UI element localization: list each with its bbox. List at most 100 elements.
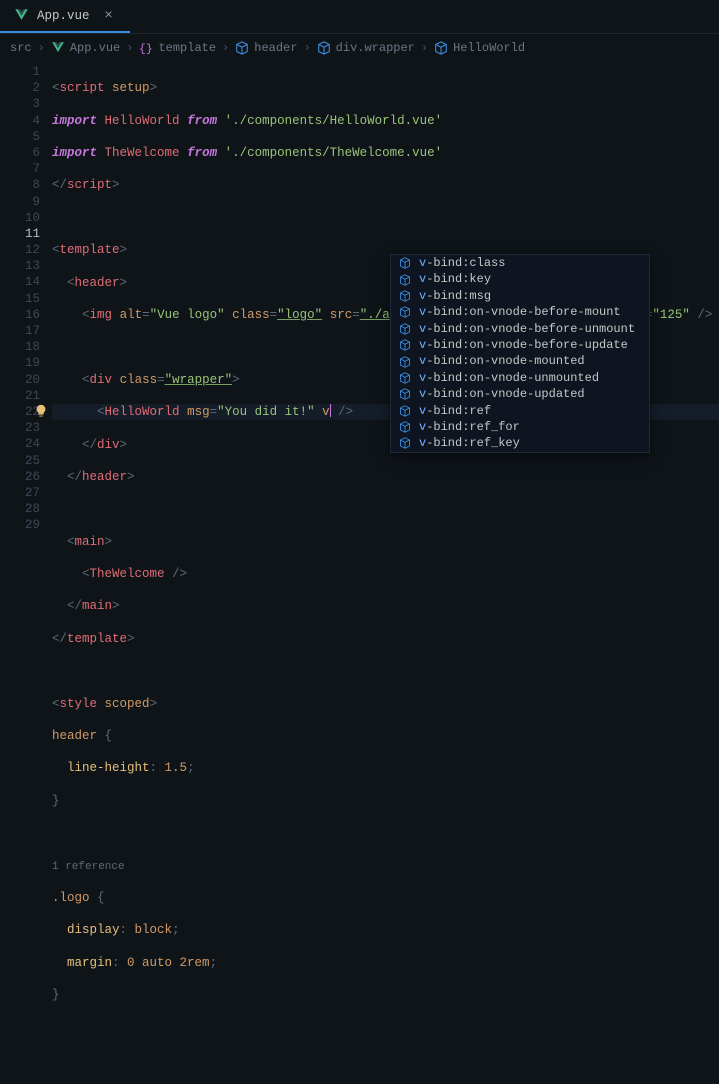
breadcrumb-item[interactable]: header (235, 41, 297, 55)
line-number: 19 (0, 355, 40, 371)
cube-icon (399, 306, 411, 318)
cube-icon (434, 41, 448, 55)
attr-class: class (232, 308, 270, 322)
autocomplete-item[interactable]: v-bind:ref_for (391, 419, 649, 435)
css-prop-margin: margin (67, 956, 112, 970)
autocomplete-item[interactable]: v-bind:on-vnode-updated (391, 386, 649, 402)
tag-img: img (90, 308, 113, 322)
breadcrumb-item[interactable]: {} template (139, 41, 216, 55)
chevron-right-icon: › (38, 41, 45, 55)
tag-style: style (60, 697, 98, 711)
autocomplete-label: v-bind:on-vnode-mounted (419, 353, 585, 369)
line-number: 25 (0, 453, 40, 469)
line-number-gutter: 1234567891011121314151617181920212223242… (0, 62, 52, 590)
vue-icon (14, 8, 29, 23)
cube-icon (399, 323, 411, 335)
autocomplete-item[interactable]: v-bind:on-vnode-before-update (391, 337, 649, 353)
autocomplete-popup[interactable]: v-bind:classv-bind:keyv-bind:msgv-bind:o… (390, 254, 650, 453)
line-number: 23 (0, 420, 40, 436)
val-msg: "You did it!" (217, 405, 315, 419)
line-number: 12 (0, 242, 40, 258)
import-thewelcome: TheWelcome (105, 146, 180, 160)
attr-scoped: scoped (105, 697, 150, 711)
line-number: 2 (0, 80, 40, 96)
tag-script: script (60, 81, 105, 95)
cube-icon (399, 372, 411, 384)
codelens-references[interactable]: 1 reference (52, 861, 125, 873)
autocomplete-item[interactable]: v-bind:ref (391, 403, 649, 419)
cube-icon (399, 421, 411, 433)
line-number: 1 (0, 64, 40, 80)
tag-thewelcome: TheWelcome (90, 567, 165, 581)
attr-msg: msg (187, 405, 210, 419)
kw-import: import (52, 114, 97, 128)
breadcrumb-label: template (158, 41, 216, 55)
chevron-right-icon: › (222, 41, 229, 55)
autocomplete-label: v-bind:on-vnode-updated (419, 386, 585, 402)
cube-icon (399, 405, 411, 417)
breadcrumb-label: HelloWorld (453, 41, 525, 55)
str-helloworld-path: './components/HelloWorld.vue' (225, 114, 443, 128)
tag-template: template (60, 243, 120, 257)
line-number: 26 (0, 469, 40, 485)
cube-icon (399, 356, 411, 368)
import-helloworld: HelloWorld (105, 114, 180, 128)
autocomplete-label: v-bind:key (419, 271, 491, 287)
autocomplete-item[interactable]: v-bind:ref_key (391, 435, 649, 451)
cube-icon (399, 290, 411, 302)
line-number: 18 (0, 339, 40, 355)
autocomplete-label: v-bind:on-vnode-before-unmount (419, 321, 635, 337)
autocomplete-label: v-bind:class (419, 255, 505, 271)
tag-header-close: header (82, 470, 127, 484)
tag-main: main (75, 535, 105, 549)
val-class: "logo" (277, 308, 322, 322)
editor-tab-app-vue[interactable]: App.vue × (0, 0, 130, 33)
line-number: 5 (0, 129, 40, 145)
cube-icon (317, 41, 331, 55)
line-number: 17 (0, 323, 40, 339)
css-selector-header: header (52, 729, 97, 743)
val-wrapper: "wrapper" (165, 373, 233, 387)
autocomplete-label: v-bind:on-vnode-unmounted (419, 370, 599, 386)
tag-main-close: main (82, 599, 112, 613)
code-editor[interactable]: 1234567891011121314151617181920212223242… (0, 62, 719, 590)
autocomplete-label: v-bind:ref_key (419, 435, 520, 451)
autocomplete-label: v-bind:msg (419, 288, 491, 304)
cube-icon (399, 257, 411, 269)
breadcrumb-label: header (254, 41, 297, 55)
lightbulb-icon[interactable] (34, 404, 48, 418)
tag-div: div (90, 373, 113, 387)
autocomplete-item[interactable]: v-bind:key (391, 271, 649, 287)
breadcrumb-label: div.wrapper (336, 41, 415, 55)
breadcrumb-item[interactable]: App.vue (51, 41, 120, 55)
line-number: 3 (0, 96, 40, 112)
close-icon[interactable]: × (102, 9, 116, 23)
tab-filename: App.vue (37, 9, 90, 23)
autocomplete-item[interactable]: v-bind:class (391, 255, 649, 271)
breadcrumb-item[interactable]: src (10, 41, 32, 55)
line-number: 7 (0, 161, 40, 177)
line-number: 14 (0, 274, 40, 290)
line-number: 21 (0, 388, 40, 404)
line-number: 29 (0, 517, 40, 533)
attr-src: src (330, 308, 353, 322)
val-height: "125" (652, 308, 690, 322)
breadcrumb-item[interactable]: div.wrapper (317, 41, 415, 55)
cube-icon (235, 41, 249, 55)
line-number: 4 (0, 113, 40, 129)
tag-script-close: script (67, 178, 112, 192)
line-number: 27 (0, 485, 40, 501)
kw-from: from (187, 114, 217, 128)
autocomplete-item[interactable]: v-bind:on-vnode-before-mount (391, 304, 649, 320)
code-area[interactable]: <script setup> import HelloWorld from '.… (52, 62, 719, 590)
css-prop-display: display (67, 923, 120, 937)
autocomplete-item[interactable]: v-bind:on-vnode-unmounted (391, 370, 649, 386)
autocomplete-item[interactable]: v-bind:on-vnode-before-unmount (391, 321, 649, 337)
autocomplete-label: v-bind:ref (419, 403, 491, 419)
autocomplete-item[interactable]: v-bind:msg (391, 288, 649, 304)
cube-icon (399, 388, 411, 400)
line-number: 8 (0, 177, 40, 193)
line-number: 13 (0, 258, 40, 274)
autocomplete-item[interactable]: v-bind:on-vnode-mounted (391, 353, 649, 369)
breadcrumb-item[interactable]: HelloWorld (434, 41, 525, 55)
